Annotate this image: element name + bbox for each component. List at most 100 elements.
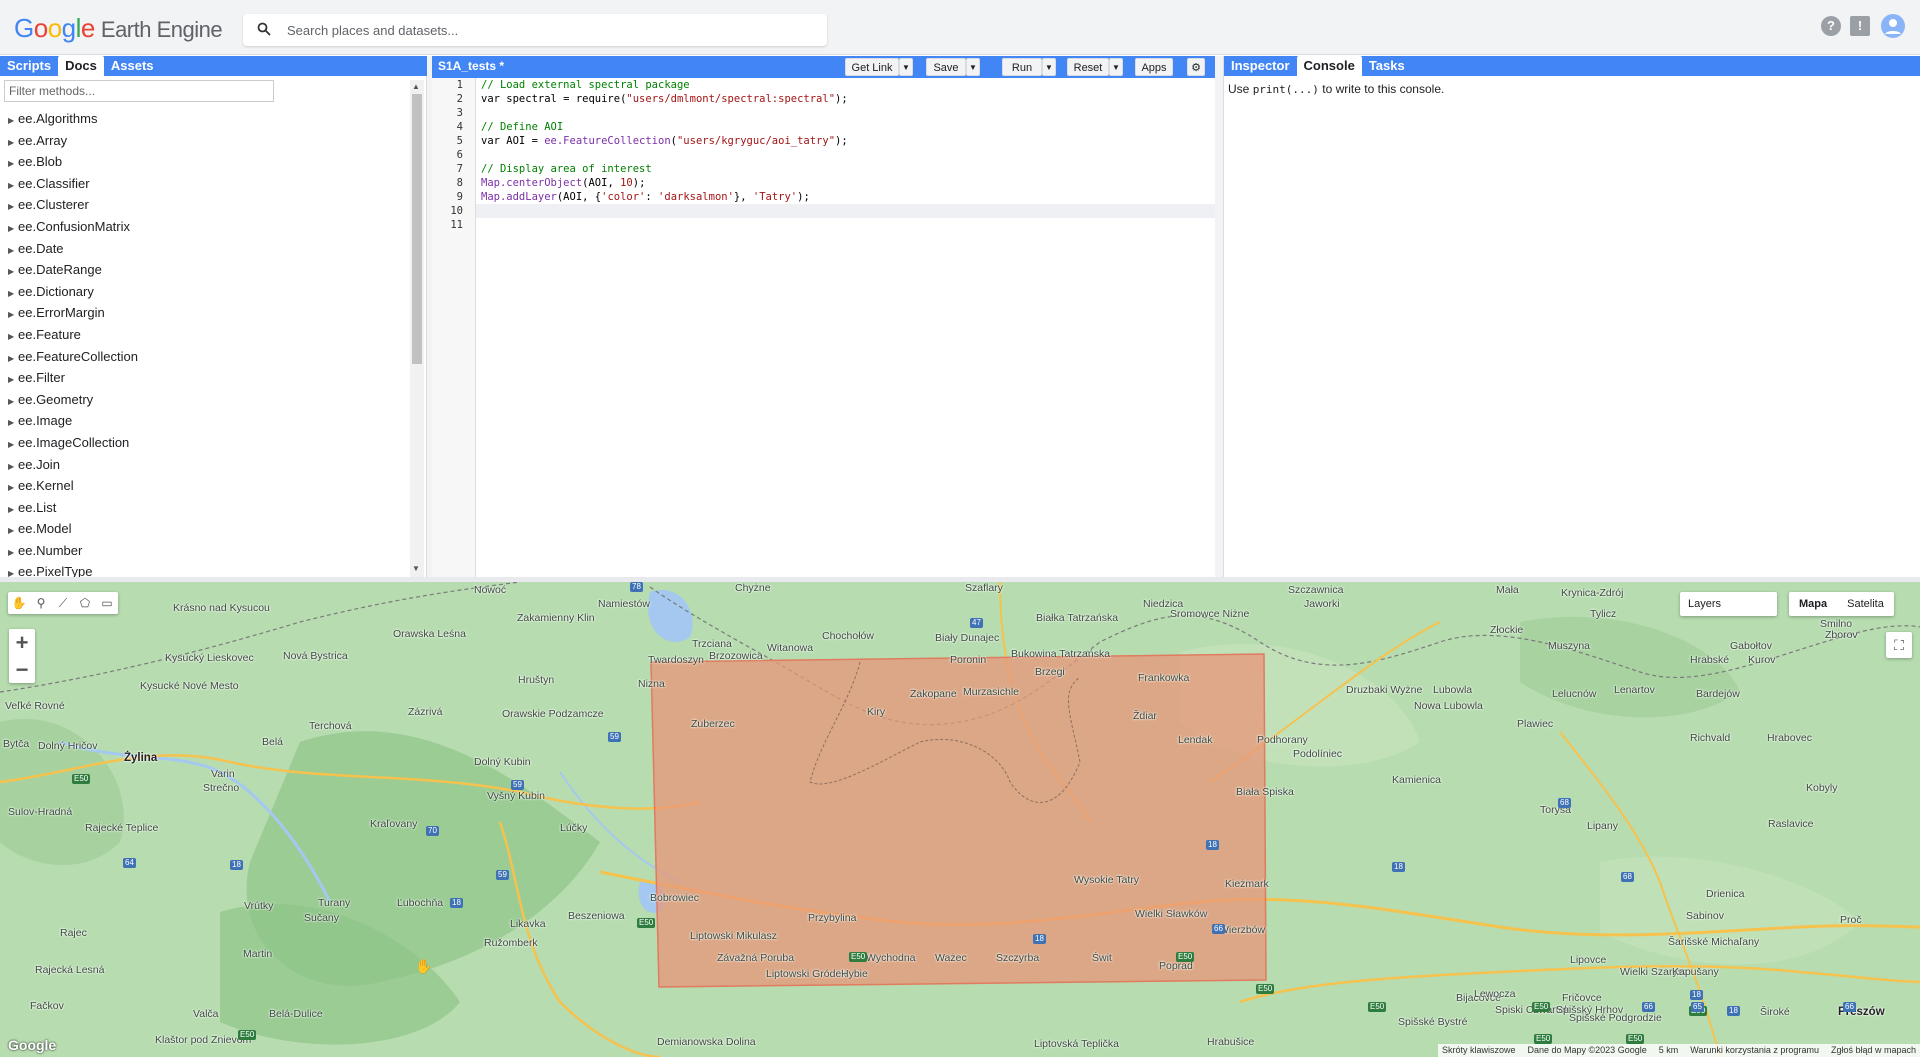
settings-gear-icon[interactable]: ⚙ [1187,58,1205,76]
report-error-link[interactable]: Zgłoś błąd w mapach [1831,1044,1916,1057]
code-line[interactable]: Map.centerObject(AOI, 10); [481,176,1215,190]
scroll-down-icon[interactable]: ▼ [412,564,420,573]
code-line[interactable]: // Display area of interest [481,162,1215,176]
method-item[interactable]: ▶ ee.Geometry [0,389,408,411]
expand-triangle-icon[interactable]: ▶ [8,391,18,413]
method-item[interactable]: ▶ ee.Dictionary [0,281,408,303]
method-item[interactable]: ▶ ee.Kernel [0,475,408,497]
code-line[interactable] [476,204,1215,218]
expand-triangle-icon[interactable]: ▶ [8,456,18,478]
pan-hand-icon[interactable]: ✋ [8,596,30,610]
draw-line-icon[interactable]: ⟋ [52,596,74,611]
fullscreen-icon[interactable]: ⛶ [1886,632,1912,658]
draw-rectangle-icon[interactable]: ▭ [96,596,118,610]
map-view[interactable]: Nowoć Namiestów Chyżne Szaflary Niedzica Szcz… [0,582,1920,1057]
account-icon[interactable] [1881,14,1905,38]
expand-triangle-icon[interactable]: ▶ [8,563,18,577]
code-line[interactable]: // Define AOI [481,120,1215,134]
method-item[interactable]: ▶ ee.Image [0,410,408,432]
zoom-in-button[interactable]: + [9,629,35,656]
apps-button[interactable]: Apps [1135,58,1173,76]
expand-triangle-icon[interactable]: ▶ [8,132,18,154]
tab-inspector[interactable]: Inspector [1224,56,1297,76]
map-type-mapa[interactable]: Mapa [1789,592,1837,616]
method-item[interactable]: ▶ ee.PixelType [0,561,408,577]
expand-triangle-icon[interactable]: ▶ [8,412,18,434]
expand-triangle-icon[interactable]: ▶ [8,477,18,499]
tab-scripts[interactable]: Scripts [0,56,58,76]
run-dropdown-icon[interactable]: ▼ [1042,58,1056,76]
layers-button[interactable]: Layers [1680,592,1777,616]
search-input[interactable] [287,22,827,38]
method-item[interactable]: ▶ ee.ConfusionMatrix [0,216,408,238]
filter-methods-input[interactable] [4,80,274,102]
map-type-satelita[interactable]: Satelita [1837,592,1894,616]
expand-triangle-icon[interactable]: ▶ [8,175,18,197]
save-button[interactable]: Save [926,58,966,76]
expand-triangle-icon[interactable]: ▶ [8,153,18,175]
code-line[interactable]: Map.addLayer(AOI, {'color': 'darksalmon'… [481,190,1215,204]
method-item[interactable]: ▶ ee.Date [0,238,408,260]
method-item[interactable]: ▶ ee.ErrorMargin [0,302,408,324]
method-item[interactable]: ▶ ee.Clusterer [0,194,408,216]
zoom-out-button[interactable]: − [9,656,35,683]
tab-docs[interactable]: Docs [58,56,104,76]
add-marker-icon[interactable]: ⚲ [30,596,52,610]
method-item[interactable]: ▶ ee.List [0,497,408,519]
run-button[interactable]: Run [1002,58,1042,76]
method-item[interactable]: ▶ ee.Algorithms [0,108,408,130]
method-item[interactable]: ▶ ee.DateRange [0,259,408,281]
reset-dropdown-icon[interactable]: ▼ [1109,58,1123,76]
method-item[interactable]: ▶ ee.Join [0,454,408,476]
help-icon[interactable]: ? [1821,16,1841,36]
method-item[interactable]: ▶ ee.Number [0,540,408,562]
method-item[interactable]: ▶ ee.Blob [0,151,408,173]
editor-resize-handle[interactable] [1215,56,1223,577]
code-line[interactable]: // Load external spectral package [481,78,1215,92]
method-item[interactable]: ▶ ee.FeatureCollection [0,346,408,368]
method-item[interactable]: ▶ ee.Feature [0,324,408,346]
scroll-up-icon[interactable]: ▲ [412,82,420,91]
expand-triangle-icon[interactable]: ▶ [8,542,18,564]
get-link-button[interactable]: Get Link [845,58,899,76]
search-box[interactable] [243,14,827,46]
tab-assets[interactable]: Assets [104,56,161,76]
code-area[interactable]: 1 2 3 4 5 6 7 8 9 10 11 // Load external spectral … [432,78,1215,577]
code-line[interactable] [481,148,1215,162]
google-earth-engine-logo[interactable]: Google Earth Engine [14,13,223,44]
expand-triangle-icon[interactable]: ▶ [8,240,18,262]
get-link-dropdown-icon[interactable]: ▼ [899,58,913,76]
method-item[interactable]: ▶ ee.Filter [0,367,408,389]
method-list-scrollbar[interactable]: ▲ ▼ [410,80,424,577]
code-line[interactable]: var AOI = ee.FeatureCollection("users/kg… [481,134,1215,148]
tab-console[interactable]: Console [1296,56,1362,76]
feedback-icon[interactable]: ! [1850,16,1870,36]
method-item[interactable]: ▶ ee.ImageCollection [0,432,408,454]
expand-triangle-icon[interactable]: ▶ [8,261,18,283]
code-line[interactable]: var spectral = require("users/dmlmont/sp… [481,92,1215,106]
expand-triangle-icon[interactable]: ▶ [8,304,18,326]
expand-triangle-icon[interactable]: ▶ [8,434,18,456]
expand-triangle-icon[interactable]: ▶ [8,283,18,305]
method-item[interactable]: ▶ ee.Model [0,518,408,540]
keyboard-shortcuts-link[interactable]: Skróty klawiszowe [1442,1044,1516,1057]
tab-tasks[interactable]: Tasks [1362,56,1412,76]
code-line[interactable] [481,218,1215,232]
method-item[interactable]: ▶ ee.Classifier [0,173,408,195]
expand-triangle-icon[interactable]: ▶ [8,110,18,132]
expand-triangle-icon[interactable]: ▶ [8,520,18,542]
code-line[interactable] [481,106,1215,120]
code-lines[interactable]: // Load external spectral package var spe… [476,78,1215,232]
expand-triangle-icon[interactable]: ▶ [8,218,18,240]
expand-triangle-icon[interactable]: ▶ [8,326,18,348]
save-dropdown-icon[interactable]: ▼ [966,58,980,76]
expand-triangle-icon[interactable]: ▶ [8,348,18,370]
expand-triangle-icon[interactable]: ▶ [8,369,18,391]
terms-link[interactable]: Warunki korzystania z programu [1690,1044,1819,1057]
reset-button[interactable]: Reset [1067,58,1109,76]
expand-triangle-icon[interactable]: ▶ [8,196,18,218]
scrollbar-thumb[interactable] [412,94,422,364]
method-item[interactable]: ▶ ee.Array [0,130,408,152]
draw-polygon-icon[interactable]: ⬠ [74,596,96,610]
expand-triangle-icon[interactable]: ▶ [8,499,18,521]
